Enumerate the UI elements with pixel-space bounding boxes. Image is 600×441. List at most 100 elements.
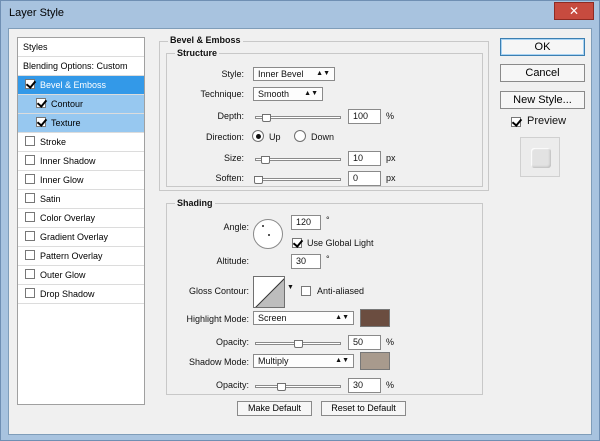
style-item-contour[interactable]: Contour [18,95,144,114]
direction-label: Direction: [205,132,244,142]
style-item-label: Color Overlay [40,213,96,223]
style-item-stroke[interactable]: Stroke [18,133,144,152]
shadow-opacity-label: Opacity: [215,380,249,390]
soften-unit: px [386,173,396,183]
shadow-opacity-input[interactable]: 30 [348,378,381,393]
dial-angle-dot [262,225,264,227]
highlight-opacity-slider[interactable] [255,340,341,348]
size-slider-thumb[interactable] [261,156,270,164]
style-item-outer-glow[interactable]: Outer Glow [18,266,144,285]
direction-up-label: Up [269,132,281,142]
style-item-satin[interactable]: Satin [18,190,144,209]
chevron-down-icon[interactable]: ▼ [287,284,294,291]
close-button[interactable]: ✕ [554,2,594,20]
title-bar[interactable]: Layer Style ✕ [1,1,599,27]
cancel-button[interactable]: Cancel [500,64,585,82]
shadow-mode-select[interactable]: Multiply ▲▼ [253,354,354,368]
angle-label: Angle: [223,222,249,232]
style-item-label: Stroke [40,137,67,147]
gradient-overlay-checkbox[interactable] [25,231,35,241]
depth-input[interactable]: 100 [348,109,381,124]
soften-input[interactable]: 0 [348,171,381,186]
style-item-label: Contour [51,99,84,109]
direction-down-label: Down [311,132,335,142]
size-label: Size: [223,153,244,163]
contour-checkbox[interactable] [36,98,46,108]
use-global-light-checkbox[interactable] [292,238,302,248]
bevel-emboss-checkbox[interactable] [25,79,35,89]
anti-aliased-checkbox[interactable] [301,286,311,296]
pattern-overlay-checkbox[interactable] [25,250,35,260]
depth-slider[interactable] [255,114,341,122]
satin-checkbox[interactable] [25,193,35,203]
style-item-bevel-emboss[interactable]: Bevel & Emboss [18,76,144,95]
size-slider[interactable] [255,156,341,164]
bevel-emboss-title: Bevel & Emboss [168,35,243,45]
angle-unit: ° [326,215,330,225]
highlight-opacity-thumb[interactable] [294,340,303,348]
style-select[interactable]: Inner Bevel ▲▼ [253,67,335,81]
shading-title: Shading [175,198,215,208]
angle-input[interactable]: 120 [291,215,321,230]
style-item-inner-shadow[interactable]: Inner Shadow [18,152,144,171]
dialog-body: Styles Blending Options: Custom Bevel & … [8,28,592,435]
shadow-opacity-thumb[interactable] [277,383,286,391]
style-item-gradient-overlay[interactable]: Gradient Overlay [18,228,144,247]
make-default-button[interactable]: Make Default [237,401,312,416]
blending-options-item[interactable]: Blending Options: Custom [18,57,144,76]
updown-arrow-icon: ▲▼ [335,314,349,321]
shadow-opacity-unit: % [386,380,395,390]
style-item-pattern-overlay[interactable]: Pattern Overlay [18,247,144,266]
shadow-opacity-slider[interactable] [255,383,341,391]
highlight-opacity-unit: % [386,337,395,347]
altitude-input[interactable]: 30 [291,254,321,269]
size-input[interactable]: 10 [348,151,381,166]
depth-slider-thumb[interactable] [262,114,271,122]
style-item-label: Inner Glow [40,175,84,185]
preview-checkbox[interactable] [511,117,521,127]
style-item-color-overlay[interactable]: Color Overlay [18,209,144,228]
direction-up-radio[interactable] [252,130,264,142]
style-label: Style: [221,69,244,79]
style-item-drop-shadow[interactable]: Drop Shadow [18,285,144,304]
style-item-label: Outer Glow [40,270,86,280]
depth-unit: % [386,111,395,121]
stroke-checkbox[interactable] [25,136,35,146]
contour-curve-icon [255,278,284,307]
soften-label: Soften: [215,173,244,183]
highlight-mode-select[interactable]: Screen ▲▼ [253,311,354,325]
gloss-contour-label: Gloss Contour: [188,286,249,296]
reset-to-default-button[interactable]: Reset to Default [321,401,406,416]
angle-dial[interactable] [253,219,283,249]
style-item-label: Texture [51,118,81,128]
color-overlay-checkbox[interactable] [25,212,35,222]
altitude-label: Altitude: [216,256,249,266]
soften-slider-thumb[interactable] [254,176,263,184]
soften-slider[interactable] [254,176,341,184]
texture-checkbox[interactable] [36,117,46,127]
structure-group: Structure Style: Inner Bevel ▲▼ Technique… [166,48,483,187]
styles-header[interactable]: Styles [18,38,144,57]
direction-down-radio[interactable] [294,130,306,142]
shadow-mode-label: Shadow Mode: [188,357,249,367]
new-style-button[interactable]: New Style... [500,91,585,109]
highlight-opacity-input[interactable]: 50 [348,335,381,350]
technique-select[interactable]: Smooth ▲▼ [253,87,323,101]
outer-glow-checkbox[interactable] [25,269,35,279]
highlight-color-swatch[interactable] [360,309,390,327]
ok-button[interactable]: OK [500,38,585,56]
highlight-mode-value: Screen [258,313,287,323]
preview-swatch-shape [531,148,551,168]
gloss-contour-preview[interactable] [253,276,285,308]
styles-panel: Styles Blending Options: Custom Bevel & … [17,37,145,405]
style-item-texture[interactable]: Texture [18,114,144,133]
style-item-inner-glow[interactable]: Inner Glow [18,171,144,190]
inner-shadow-checkbox[interactable] [25,155,35,165]
style-preview-thumbnail [520,137,560,177]
shadow-color-swatch[interactable] [360,352,390,370]
shading-group: Shading Angle: 120 ° Use Global Light Al… [166,198,483,395]
drop-shadow-checkbox[interactable] [25,288,35,298]
shadow-mode-value: Multiply [258,356,289,366]
inner-glow-checkbox[interactable] [25,174,35,184]
style-item-label: Bevel & Emboss [40,80,107,90]
